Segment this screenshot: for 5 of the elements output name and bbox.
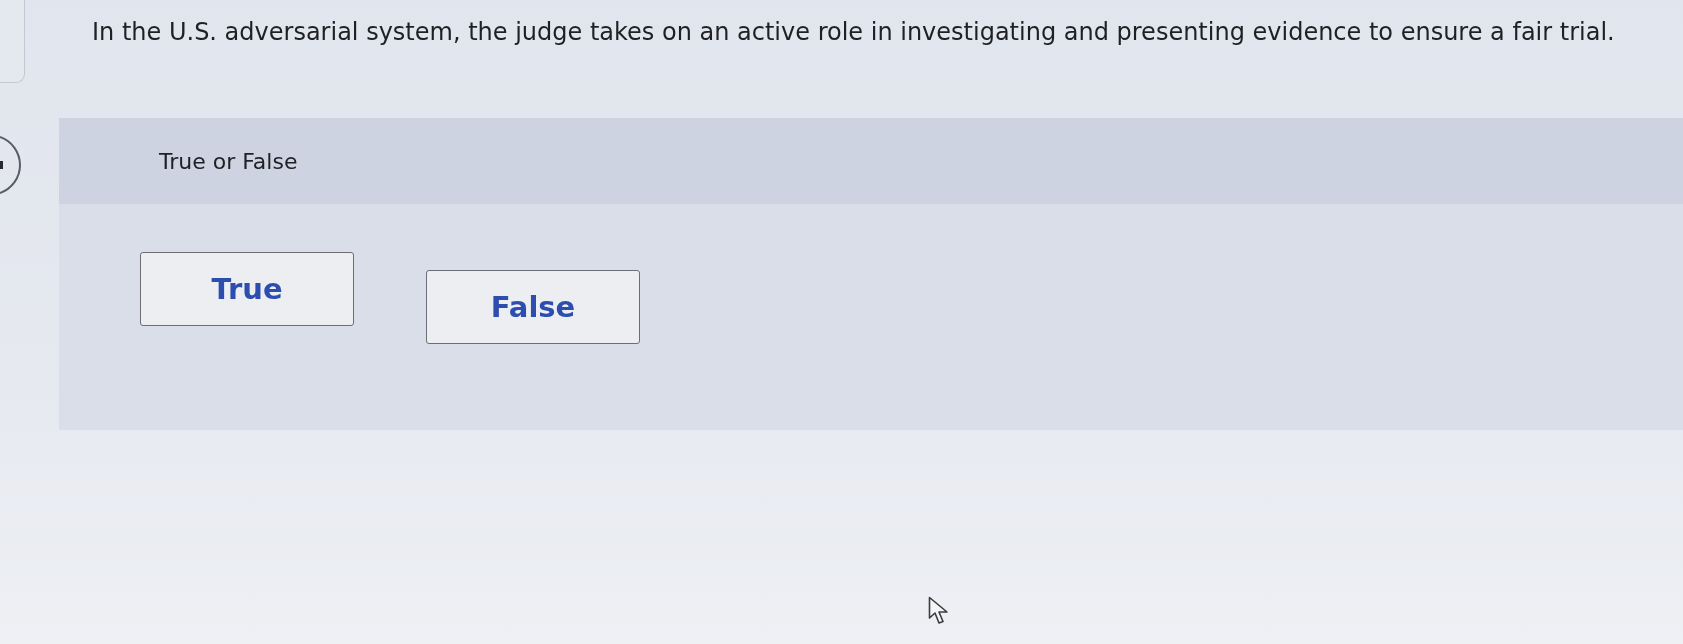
answer-option-button[interactable]: True xyxy=(140,252,354,326)
answer-option-button[interactable]: False xyxy=(426,270,640,344)
circle-icon xyxy=(0,135,22,195)
question-text: In the U.S. adversarial system, the judge takes on an active role in investigating and presenting evidence to ensure a fair trial. xyxy=(91,17,1616,48)
prompt-text: True or False xyxy=(159,148,298,174)
